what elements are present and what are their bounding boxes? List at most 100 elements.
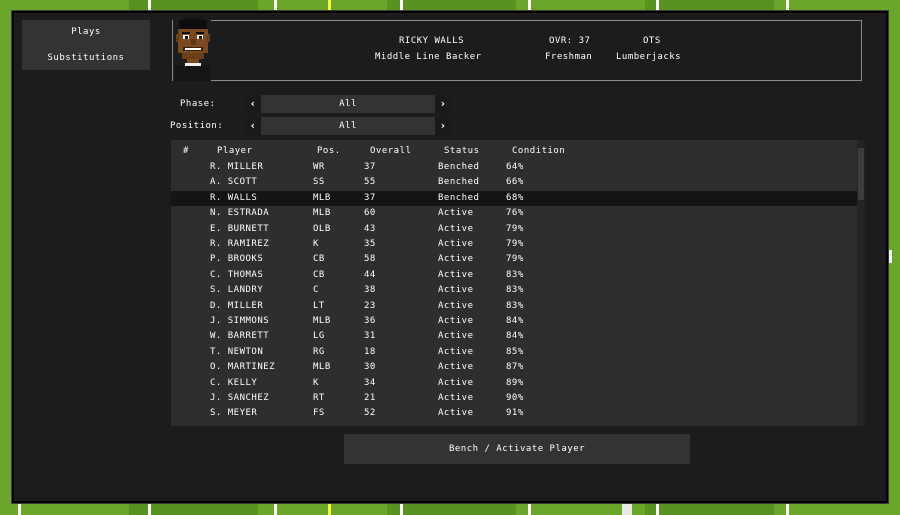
status-cell: Benched	[438, 192, 480, 203]
status-cell: Active	[438, 377, 474, 388]
position-cell: MLB	[313, 208, 331, 219]
player-name-cell: D. MILLER	[210, 300, 264, 311]
status-cell: Active	[438, 223, 474, 234]
overall-cell: 18	[364, 346, 376, 357]
status-cell: Active	[438, 346, 474, 357]
chevron-right-icon[interactable]: ›	[435, 117, 451, 135]
position-cell: RG	[313, 346, 325, 357]
player-name-cell: O. MARTINEZ	[210, 362, 276, 373]
player-team: Lumberjacks	[616, 52, 682, 62]
position-cell: FS	[313, 408, 325, 419]
position-cell: C	[313, 285, 319, 296]
table-row[interactable]: O. MARTINEZ MLB 30 Active 87%	[171, 360, 857, 375]
condition-cell: 79%	[506, 239, 524, 249]
player-name-cell: C. THOMAS	[210, 269, 264, 280]
condition-cell: 76%	[506, 208, 524, 219]
player-name-cell: T. NEWTON	[210, 346, 264, 357]
scrollbar-thumb[interactable]	[858, 148, 864, 200]
table-row[interactable]: W. BARRETT LG 31 Active 84%	[171, 329, 857, 344]
status-cell: Active	[438, 208, 474, 219]
column-header-condition: Condition	[512, 146, 566, 156]
player-name-cell: R. MILLER	[210, 162, 264, 172]
status-cell: Active	[438, 316, 474, 326]
position-selector: ‹ All ›	[245, 117, 451, 135]
table-row[interactable]: E. BURNETT OLB 43 Active 79%	[171, 222, 857, 237]
player-name-cell: S. MEYER	[210, 408, 258, 419]
position-cell: K	[313, 239, 319, 249]
position-cell: K	[313, 377, 319, 388]
status-cell: Active	[438, 300, 474, 311]
table-row[interactable]: C. THOMAS CB 44 Active 83%	[171, 268, 857, 283]
player-name-cell: P. BROOKS	[210, 254, 264, 265]
phase-value: All	[339, 99, 357, 109]
table-row[interactable]: A. SCOTT SS 55 Benched 66%	[171, 175, 857, 190]
position-cell: CB	[313, 254, 325, 265]
condition-cell: 90%	[506, 393, 524, 403]
table-row[interactable]: S. MEYER FS 52 Active 91%	[171, 406, 857, 421]
table-row[interactable]: N. ESTRADA MLB 60 Active 76%	[171, 206, 857, 221]
menu-item-substitutions[interactable]: Substitutions	[22, 53, 150, 63]
condition-cell: 84%	[506, 331, 524, 342]
condition-cell: 79%	[506, 223, 524, 234]
menu-item-plays[interactable]: Plays	[22, 27, 150, 37]
status-cell: Active	[438, 239, 474, 249]
table-row[interactable]: C. KELLY K 34 Active 89%	[171, 376, 857, 391]
chevron-left-icon[interactable]: ‹	[245, 95, 261, 113]
player-name-cell: N. ESTRADA	[210, 208, 270, 219]
column-header-number: #	[183, 146, 189, 156]
overall-cell: 30	[364, 362, 376, 373]
overall-cell: 23	[364, 300, 376, 311]
hash-mark	[622, 503, 632, 515]
chevron-right-icon[interactable]: ›	[435, 95, 451, 113]
position-cell: CB	[313, 269, 325, 280]
condition-cell: 87%	[506, 362, 524, 373]
phase-label: Phase:	[180, 99, 216, 109]
player-name-cell: A. SCOTT	[210, 177, 258, 188]
position-cell: MLB	[313, 192, 331, 203]
overall-cell: 52	[364, 408, 376, 419]
field-line	[786, 503, 789, 515]
condition-cell: 64%	[506, 162, 524, 172]
overall-cell: 60	[364, 208, 376, 219]
column-header-player: Player	[217, 146, 253, 156]
player-name-cell: J. SIMMONS	[210, 316, 270, 326]
position-cell: MLB	[313, 362, 331, 373]
roster-scrollbar[interactable]	[857, 140, 865, 426]
overall-cell: 36	[364, 316, 376, 326]
field-line	[148, 503, 151, 515]
substitutions-window: Plays Substitutions RICKY WALLS Middle L…	[11, 10, 889, 504]
status-cell: Active	[438, 331, 474, 342]
player-position-name: Middle Line Backer	[375, 52, 482, 62]
condition-cell: 79%	[506, 254, 524, 265]
field-line	[18, 503, 21, 515]
position-label: Position:	[170, 121, 224, 131]
status-cell: Active	[438, 393, 474, 403]
player-name-cell: R. RAMIREZ	[210, 239, 270, 249]
overall-cell: 55	[364, 177, 376, 188]
table-row[interactable]: R. RAMIREZ K 35 Active 79%	[171, 237, 857, 252]
table-row[interactable]: T. NEWTON RG 18 Active 85%	[171, 345, 857, 360]
table-row[interactable]: D. MILLER LT 23 Active 83%	[171, 299, 857, 314]
table-row[interactable]: J. SIMMONS MLB 36 Active 84%	[171, 314, 857, 329]
player-name-cell: W. BARRETT	[210, 331, 270, 342]
phase-selector: ‹ All ›	[245, 95, 451, 113]
table-row[interactable]: J. SANCHEZ RT 21 Active 90%	[171, 391, 857, 406]
table-row[interactable]: R. MILLER WR 37 Benched 64%	[171, 160, 857, 175]
bench-activate-button[interactable]: Bench / Activate Player	[344, 434, 690, 464]
condition-cell: 83%	[506, 285, 524, 296]
table-row[interactable]: R. WALLS MLB 37 Benched 68%	[171, 190, 857, 207]
condition-cell: 68%	[506, 192, 524, 203]
player-name-cell: R. WALLS	[210, 192, 258, 203]
position-cell: LT	[313, 300, 325, 311]
condition-cell: 85%	[506, 346, 524, 357]
position-value: All	[339, 121, 357, 131]
table-row[interactable]: P. BROOKS CB 58 Active 79%	[171, 252, 857, 267]
condition-cell: 83%	[506, 269, 524, 280]
status-cell: Active	[438, 269, 474, 280]
overall-cell: 43	[364, 223, 376, 234]
player-name-cell: S. LANDRY	[210, 285, 264, 296]
chevron-left-icon[interactable]: ‹	[245, 117, 261, 135]
table-row[interactable]: S. LANDRY C 38 Active 83%	[171, 283, 857, 298]
side-menu: Plays Substitutions	[22, 20, 150, 70]
condition-cell: 66%	[506, 177, 524, 188]
